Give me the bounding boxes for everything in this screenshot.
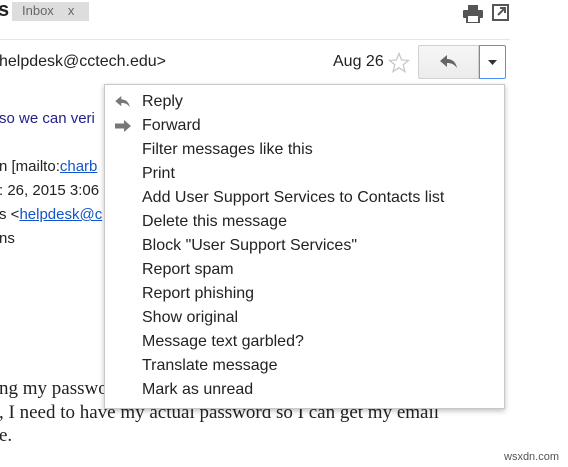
more-options-button[interactable] — [479, 45, 506, 79]
new-window-icon[interactable] — [492, 4, 509, 21]
menu-item-block-sender[interactable]: Block "User Support Services" — [105, 234, 504, 258]
menu-item-reply[interactable]: Reply — [105, 90, 504, 114]
menu-item-label: Show original — [142, 309, 239, 326]
menu-item-report-phishing[interactable]: Report phishing — [105, 282, 504, 306]
menu-item-label: Filter messages like this — [142, 141, 313, 158]
menu-item-translate[interactable]: Translate message — [105, 354, 504, 378]
body-line-sent: : 26, 2015 3:06 — [0, 182, 100, 199]
inbox-label-text: Inbox — [22, 3, 54, 18]
menu-item-label: Mark as unread — [142, 381, 254, 398]
menu-item-label: Translate message — [142, 357, 278, 374]
menu-item-delete-message[interactable]: Delete this message — [105, 210, 504, 234]
to-email-link[interactable]: helpdesk@c — [19, 206, 102, 223]
sender-address: helpdesk@cctech.edu> — [0, 53, 167, 70]
body-line-to: s <helpdesk@c — [0, 206, 102, 223]
body-line-end: e. — [0, 425, 13, 446]
body-line-verify: so we can veri — [0, 110, 95, 127]
subject-fragment: s — [0, 0, 10, 21]
menu-item-print[interactable]: Print — [105, 162, 504, 186]
menu-item-show-original[interactable]: Show original — [105, 306, 504, 330]
from-email-link[interactable]: charb — [60, 158, 98, 175]
header-divider — [0, 39, 510, 40]
body-line-from: n [mailto:charb — [0, 158, 97, 175]
forward-icon — [115, 120, 131, 132]
menu-item-text-garbled[interactable]: Message text garbled? — [105, 330, 504, 354]
menu-item-filter-messages[interactable]: Filter messages like this — [105, 138, 504, 162]
body-line-ns: ns — [0, 230, 15, 247]
from-prefix: n [mailto: — [0, 158, 60, 175]
menu-item-add-to-contacts[interactable]: Add User Support Services to Contacts li… — [105, 186, 504, 210]
print-icon[interactable] — [463, 5, 483, 23]
menu-item-label: Report phishing — [142, 285, 255, 302]
menu-item-forward[interactable]: Forward — [105, 114, 504, 138]
chevron-down-icon — [488, 60, 497, 65]
message-options-menu: Reply Forward Filter messages like this … — [104, 84, 505, 409]
reply-icon — [115, 96, 130, 108]
watermark: wsxdn.com — [504, 451, 560, 463]
menu-item-label: Block "User Support Services" — [142, 237, 357, 254]
message-date: Aug 26 — [333, 53, 384, 70]
menu-item-label: Reply — [142, 93, 183, 110]
reply-arrow-icon — [440, 55, 457, 68]
menu-item-mark-unread[interactable]: Mark as unread — [105, 378, 504, 402]
menu-item-label: Message text garbled? — [142, 333, 304, 350]
reply-button[interactable] — [418, 45, 479, 79]
body-line-password: ng my passwo — [0, 378, 108, 399]
menu-item-label: Report spam — [142, 261, 234, 278]
star-icon[interactable] — [388, 52, 410, 74]
menu-item-label: Delete this message — [142, 213, 287, 230]
menu-item-report-spam[interactable]: Report spam — [105, 258, 504, 282]
to-prefix: s < — [0, 206, 20, 223]
menu-item-label: Print — [142, 165, 175, 182]
inbox-label-tag[interactable]: Inbox x — [12, 2, 89, 21]
remove-label-button[interactable]: x — [68, 3, 75, 18]
menu-item-label: Add User Support Services to Contacts li… — [142, 189, 445, 206]
menu-item-label: Forward — [142, 117, 201, 134]
